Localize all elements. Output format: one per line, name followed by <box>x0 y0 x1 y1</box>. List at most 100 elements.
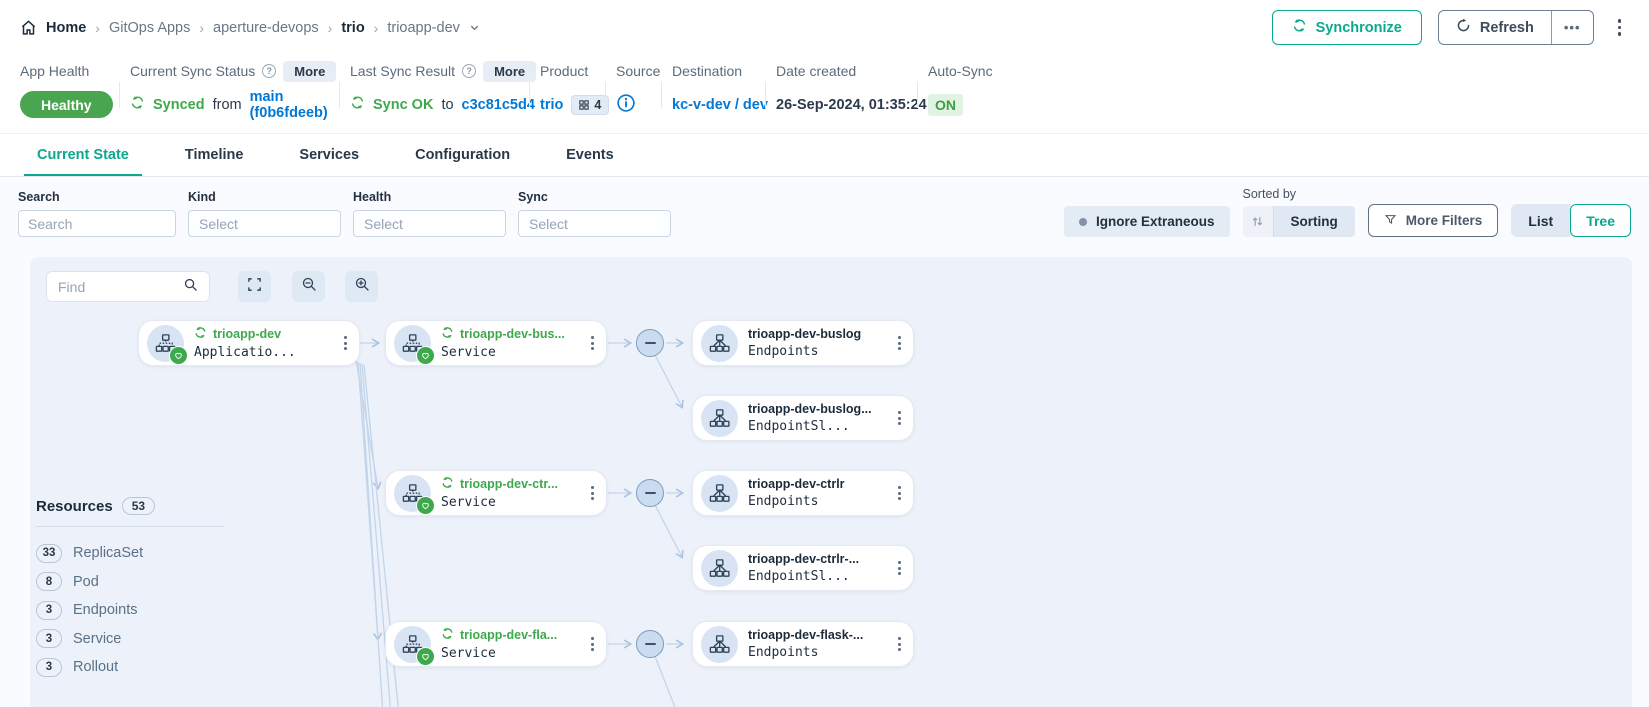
tree-node-endpoints-flask[interactable]: trioapp-dev-flask-... Endpoints <box>692 621 914 667</box>
help-icon[interactable]: ? <box>462 64 476 78</box>
refresh-more-button[interactable]: ••• <box>1551 11 1593 44</box>
tree-node-service-ctrlr[interactable]: trioapp-dev-ctr... Service <box>385 470 607 516</box>
resource-filter-pod[interactable]: 8 Pod <box>36 568 224 597</box>
product-link[interactable]: trio <box>540 97 563 113</box>
node-menu-icon[interactable] <box>896 407 903 429</box>
resource-filter-service[interactable]: 3 Service <box>36 625 224 654</box>
funnel-icon <box>1384 213 1397 229</box>
synced-icon <box>194 326 207 342</box>
more-filters-button[interactable]: More Filters <box>1368 204 1499 237</box>
tree-node-endpointslice-buslog[interactable]: trioapp-dev-buslog... EndpointSl... <box>692 395 914 441</box>
node-kind: Endpoints <box>748 494 896 509</box>
health-select[interactable]: Select <box>353 210 506 237</box>
help-icon[interactable]: ? <box>262 64 276 78</box>
view-tree-button[interactable]: Tree <box>1570 204 1631 237</box>
collapse-node-button[interactable] <box>636 479 664 507</box>
breadcrumb-app[interactable]: trioapp-dev <box>387 20 460 36</box>
sorting-select[interactable]: Sorting <box>1243 206 1355 237</box>
breadcrumb-agent[interactable]: aperture-devops <box>213 20 319 36</box>
product-label: Product <box>540 63 588 79</box>
node-kind: Service <box>441 646 589 661</box>
collapse-node-button[interactable] <box>636 329 664 357</box>
node-menu-icon[interactable] <box>589 332 596 354</box>
chevron-right-icon: › <box>374 20 379 36</box>
healthy-heart-icon <box>169 346 188 365</box>
node-kind: Endpoints <box>748 645 896 660</box>
resource-count-badge: 3 <box>36 629 62 648</box>
resource-icon <box>701 400 738 437</box>
current-sync-more-button[interactable]: More <box>283 61 336 82</box>
resource-tree-canvas[interactable]: trioapp-dev Applicatio... trioapp-dev-bu… <box>30 257 1632 707</box>
chevron-down-icon[interactable] <box>469 22 480 33</box>
node-kind: Endpoints <box>748 344 896 359</box>
refresh-icon <box>1456 18 1471 37</box>
sync-ok-icon <box>350 95 365 114</box>
resource-count-badge: 3 <box>36 658 62 677</box>
healthy-heart-icon <box>416 496 435 515</box>
node-menu-icon[interactable] <box>896 633 903 655</box>
node-kind: EndpointSl... <box>748 419 896 434</box>
date-created-value: 26-Sep-2024, 01:35:24 <box>776 97 927 113</box>
node-name: trioapp-dev-ctr... <box>460 477 558 491</box>
tree-node-endpointslice-ctrlr[interactable]: trioapp-dev-ctrlr-... EndpointSl... <box>692 545 914 591</box>
tree-node-service-bus[interactable]: trioapp-dev-bus... Service <box>385 320 607 366</box>
last-sync-revision-link[interactable]: c3c81c5d4 <box>462 97 535 113</box>
node-menu-icon[interactable] <box>589 482 596 504</box>
zoom-out-button[interactable] <box>292 271 325 302</box>
dot-icon <box>1079 218 1087 226</box>
node-name: trioapp-dev-buslog... <box>748 402 872 416</box>
node-menu-icon[interactable] <box>589 633 596 655</box>
fit-view-button[interactable] <box>238 271 271 302</box>
kind-select[interactable]: Select <box>188 210 341 237</box>
node-name: trioapp-dev <box>213 327 281 341</box>
kebab-menu-icon[interactable] <box>1610 13 1630 42</box>
node-menu-icon[interactable] <box>342 332 349 354</box>
zoom-out-icon <box>301 276 317 297</box>
find-search-icon <box>183 277 198 297</box>
zoom-in-button[interactable] <box>345 271 378 302</box>
collapse-node-button[interactable] <box>636 630 664 658</box>
last-sync-more-button[interactable]: More <box>483 61 536 82</box>
node-menu-icon[interactable] <box>896 557 903 579</box>
tab-configuration[interactable]: Configuration <box>402 134 523 176</box>
tab-services[interactable]: Services <box>286 134 372 176</box>
tab-current-state[interactable]: Current State <box>24 134 142 176</box>
synced-icon <box>441 326 454 342</box>
tab-events[interactable]: Events <box>553 134 627 176</box>
product-env-count-badge[interactable]: 4 <box>571 95 609 115</box>
top-bar: Home › GitOps Apps › aperture-devops › t… <box>0 0 1649 55</box>
tree-node-endpoints-ctrlr[interactable]: trioapp-dev-ctrlr Endpoints <box>692 470 914 516</box>
synchronize-button[interactable]: Synchronize <box>1272 10 1422 45</box>
view-toggle: List Tree <box>1511 204 1631 237</box>
resource-icon <box>394 626 431 663</box>
resource-filter-endpoints[interactable]: 3 Endpoints <box>36 596 224 625</box>
ignore-extraneous-button[interactable]: Ignore Extraneous <box>1064 206 1230 237</box>
destination-link[interactable]: kc-v-dev / dev <box>672 97 768 113</box>
breadcrumb-home[interactable]: Home <box>46 20 86 36</box>
find-field <box>46 271 210 302</box>
resource-filter-replicaset[interactable]: 33 ReplicaSet <box>36 539 224 568</box>
health-label: Health <box>353 190 506 204</box>
view-list-button[interactable]: List <box>1511 204 1570 237</box>
healthy-heart-icon <box>416 647 435 666</box>
tab-timeline[interactable]: Timeline <box>172 134 257 176</box>
resource-icon <box>394 475 431 512</box>
tree-node-endpoints-buslog[interactable]: trioapp-dev-buslog Endpoints <box>692 320 914 366</box>
breadcrumb-product[interactable]: trio <box>341 20 364 36</box>
sync-revision-link[interactable]: main (f0b6fdeeb) <box>250 89 350 121</box>
refresh-button[interactable]: Refresh <box>1439 11 1551 44</box>
node-menu-icon[interactable] <box>896 482 903 504</box>
info-icon[interactable] <box>616 93 636 117</box>
health-select-placeholder: Select <box>364 216 403 232</box>
tree-node-application[interactable]: trioapp-dev Applicatio... <box>138 320 360 366</box>
node-menu-icon[interactable] <box>896 332 903 354</box>
resource-filter-rollout[interactable]: 3 Rollout <box>36 653 224 682</box>
search-input[interactable] <box>19 211 176 236</box>
find-input[interactable] <box>58 279 183 295</box>
sync-select-placeholder: Select <box>529 216 568 232</box>
node-name: trioapp-dev-buslog <box>748 327 861 341</box>
sync-select[interactable]: Select <box>518 210 671 237</box>
source-label: Source <box>616 63 660 79</box>
breadcrumb-gitops-apps[interactable]: GitOps Apps <box>109 20 190 36</box>
tree-node-service-flask[interactable]: trioapp-dev-fla... Service <box>385 621 607 667</box>
